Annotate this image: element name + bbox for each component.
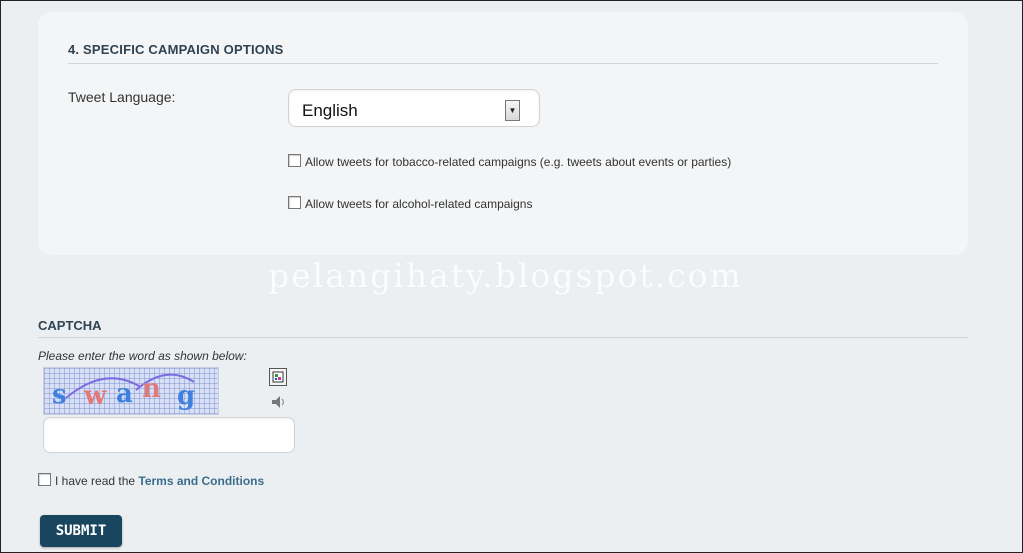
terms-link[interactable]: Terms and Conditions xyxy=(138,474,264,488)
captcha-char: w xyxy=(84,381,107,411)
alcohol-option: Allow tweets for alcohol-related campaig… xyxy=(288,196,532,211)
alcohol-label: Allow tweets for alcohol-related campaig… xyxy=(305,197,533,211)
captcha-char: a xyxy=(116,379,133,409)
captcha-input[interactable] xyxy=(43,417,295,453)
tweet-language-label: Tweet Language: xyxy=(68,89,176,105)
section-title: 4. SPECIFIC CAMPAIGN OPTIONS xyxy=(68,42,284,57)
audio-captcha-icon[interactable] xyxy=(269,393,287,411)
captcha-char: g xyxy=(177,381,196,411)
captcha-title: CAPTCHA xyxy=(38,318,102,333)
tweet-language-value: English xyxy=(302,101,358,120)
terms-prefix: I have read the xyxy=(55,474,139,488)
tobacco-checkbox[interactable] xyxy=(288,154,301,167)
dropdown-arrow-icon[interactable]: ▼ xyxy=(505,100,520,121)
alcohol-checkbox[interactable] xyxy=(288,196,301,209)
captcha-image: s w a n g xyxy=(43,367,219,415)
submit-button[interactable]: SUBMIT xyxy=(40,515,122,547)
captcha-hint: Please enter the word as shown below: xyxy=(38,349,247,363)
refresh-captcha-icon[interactable] xyxy=(269,368,287,386)
tobacco-option: Allow tweets for tobacco-related campaig… xyxy=(288,154,731,169)
terms-option: I have read the Terms and Conditions xyxy=(38,473,264,488)
section-divider xyxy=(68,63,938,64)
campaign-options-panel: 4. SPECIFIC CAMPAIGN OPTIONS Tweet Langu… xyxy=(38,12,968,255)
page-frame: 4. SPECIFIC CAMPAIGN OPTIONS Tweet Langu… xyxy=(0,0,1023,553)
captcha-divider xyxy=(38,337,968,338)
captcha-char: n xyxy=(142,374,161,404)
tobacco-label: Allow tweets for tobacco-related campaig… xyxy=(305,155,732,169)
blog-watermark: pelangihaty.blogspot.com xyxy=(268,256,743,295)
captcha-char: s xyxy=(52,380,67,410)
terms-checkbox[interactable] xyxy=(38,473,51,486)
tweet-language-select[interactable]: English ▼ xyxy=(288,89,540,127)
